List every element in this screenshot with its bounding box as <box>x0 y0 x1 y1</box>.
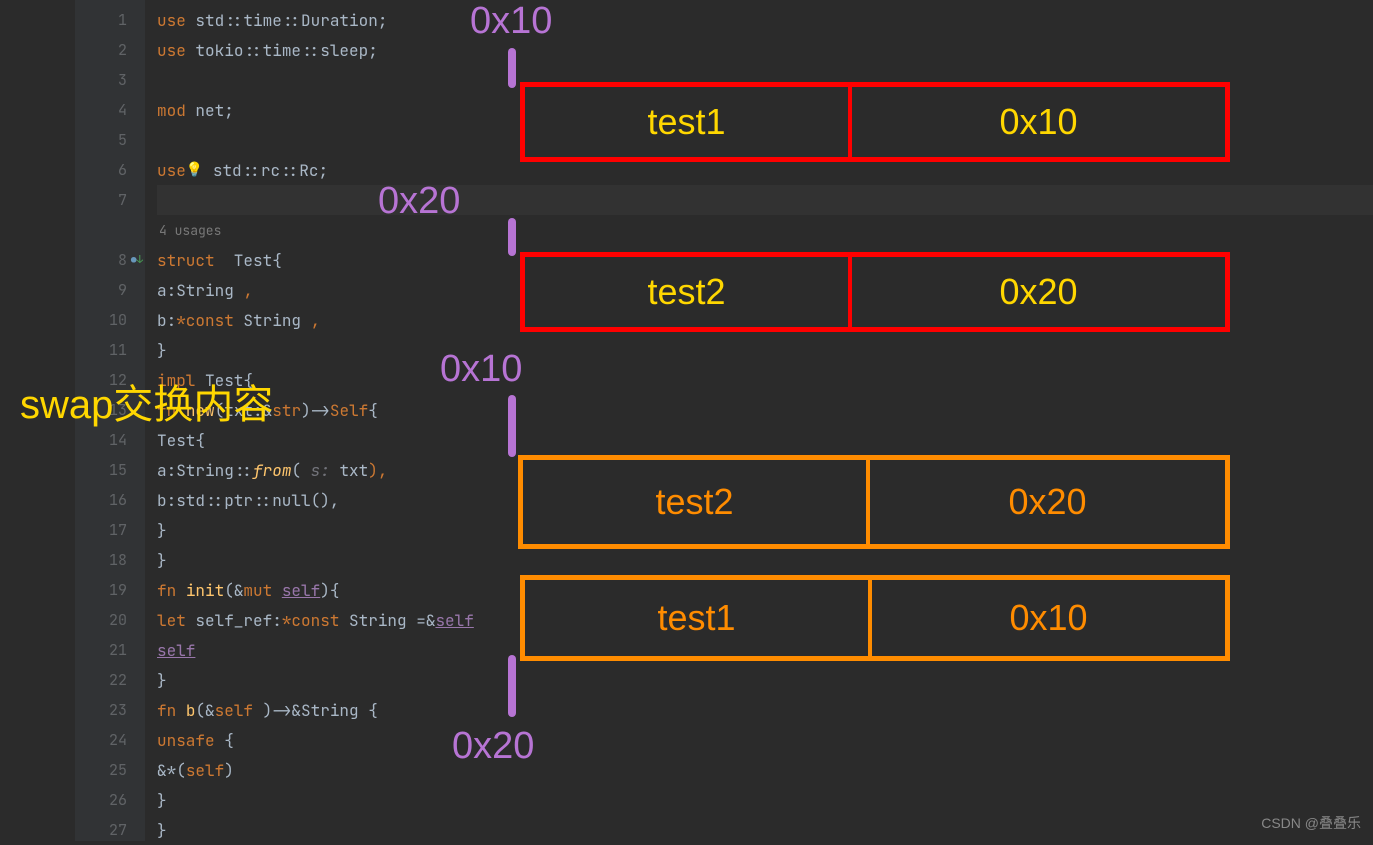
code-line[interactable]: fn init(&mut self){ <box>157 575 1373 605</box>
line-number[interactable]: 4 <box>75 95 145 125</box>
line-number[interactable]: 12 <box>75 365 145 395</box>
line-number[interactable]: 14 <box>75 425 145 455</box>
code-line[interactable]: use std::time::Duration; <box>157 5 1373 35</box>
line-number[interactable]: 7 <box>75 185 145 215</box>
line-number[interactable]: 20 <box>75 605 145 635</box>
code-line[interactable]: fn b(&self )->&String { <box>157 695 1373 725</box>
code-line[interactable]: } <box>157 785 1373 815</box>
code-line[interactable]: unsafe { <box>157 725 1373 755</box>
gutter: 1 2 3 4 5 6 7 8●↓ 9 10 11 12 13 14 15 16… <box>75 0 145 841</box>
code-line[interactable] <box>157 65 1373 95</box>
code-line[interactable]: use💡 std::rc::Rc; <box>157 155 1373 185</box>
line-number[interactable]: 23 <box>75 695 145 725</box>
code-line[interactable]: fn new(txt:&str)->Self{ <box>157 395 1373 425</box>
code-line[interactable]: let self_ref:*const String =&self <box>157 605 1373 635</box>
code-line[interactable]: impl Test{ <box>157 365 1373 395</box>
code-line[interactable]: } <box>157 545 1373 575</box>
line-number[interactable]: 3 <box>75 65 145 95</box>
code-line-current[interactable] <box>157 185 1373 215</box>
line-number[interactable]: 10 <box>75 305 145 335</box>
line-number[interactable]: 1 <box>75 5 145 35</box>
line-number[interactable]: 22 <box>75 665 145 695</box>
code-line[interactable]: a:String , <box>157 275 1373 305</box>
line-number[interactable]: 25 <box>75 755 145 785</box>
bulb-icon[interactable]: 💡 <box>186 161 203 179</box>
line-number[interactable]: 21 <box>75 635 145 665</box>
code-line[interactable]: &*(self) <box>157 755 1373 785</box>
line-number[interactable]: 5 <box>75 125 145 155</box>
code-line[interactable]: Test{ <box>157 425 1373 455</box>
code-line[interactable]: } <box>157 335 1373 365</box>
code-line[interactable]: use tokio::time::sleep; <box>157 35 1373 65</box>
line-number[interactable]: 9 <box>75 275 145 305</box>
line-number[interactable]: 24 <box>75 725 145 755</box>
line-number[interactable]: 18 <box>75 545 145 575</box>
code-line[interactable]: self <box>157 635 1373 665</box>
line-number[interactable]: 11 <box>75 335 145 365</box>
impl-icon[interactable]: ●↓ <box>131 253 143 267</box>
line-number[interactable]: 26 <box>75 785 145 815</box>
code-line[interactable]: } <box>157 515 1373 545</box>
code-line[interactable]: mod net; <box>157 95 1373 125</box>
usages-hint[interactable]: 4 usages <box>157 215 1373 245</box>
line-number[interactable]: 19 <box>75 575 145 605</box>
code-line[interactable]: b:*const String , <box>157 305 1373 335</box>
code-line[interactable]: struct Test{ <box>157 245 1373 275</box>
line-number[interactable]: 13 <box>75 395 145 425</box>
usages-hint-gap <box>75 215 145 245</box>
line-number[interactable]: 16 <box>75 485 145 515</box>
line-number[interactable]: 8●↓ <box>75 245 145 275</box>
code-line[interactable] <box>157 125 1373 155</box>
line-number[interactable]: 2 <box>75 35 145 65</box>
line-number[interactable]: 17 <box>75 515 145 545</box>
code-line[interactable]: } <box>157 665 1373 695</box>
line-number[interactable]: 15 <box>75 455 145 485</box>
code-editor: 1 2 3 4 5 6 7 8●↓ 9 10 11 12 13 14 15 16… <box>0 0 1373 841</box>
code-line[interactable]: b:std::ptr::null(), <box>157 485 1373 515</box>
left-margin <box>0 0 75 841</box>
line-number[interactable]: 6 <box>75 155 145 185</box>
code-line[interactable]: a:String::from( s: txt), <box>157 455 1373 485</box>
code-area[interactable]: use std::time::Duration; use tokio::time… <box>145 0 1373 841</box>
